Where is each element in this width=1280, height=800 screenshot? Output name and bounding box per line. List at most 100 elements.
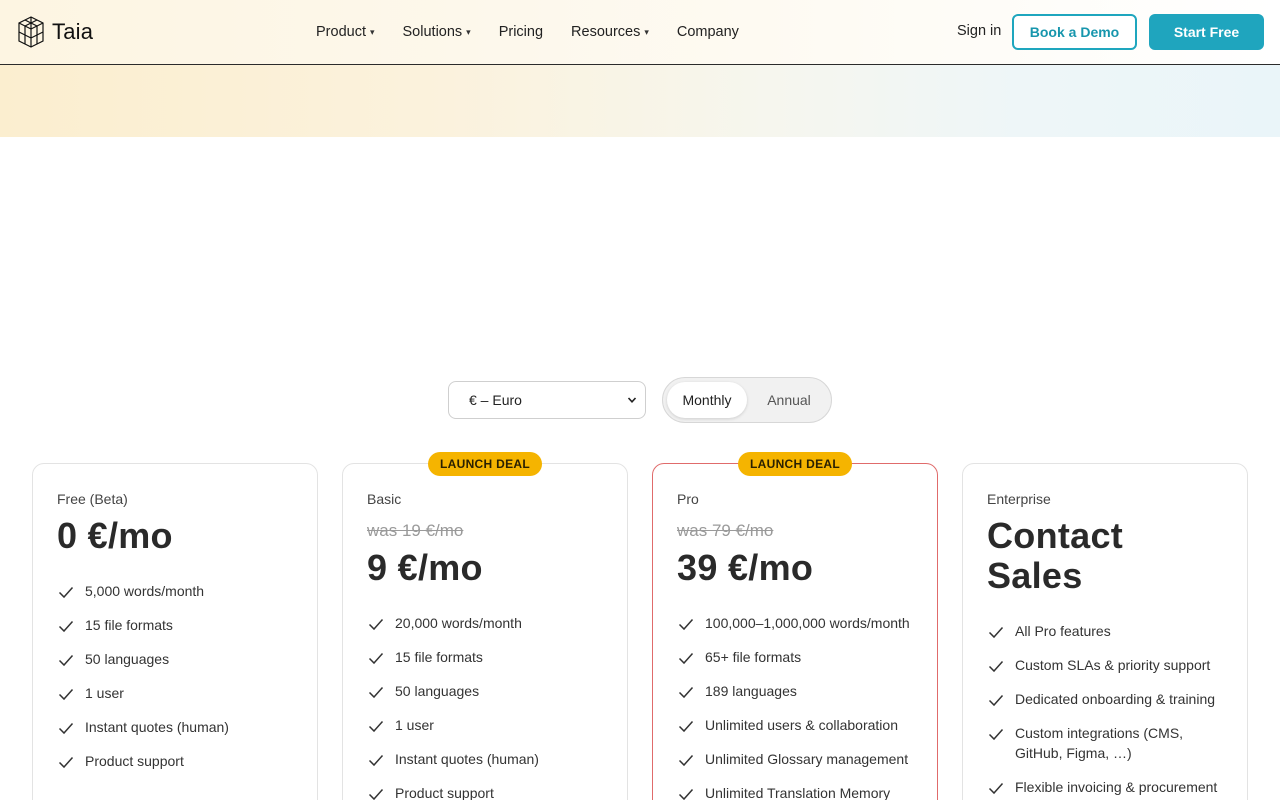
feature-text: Custom SLAs & priority support (1015, 657, 1211, 673)
feature-item: Flexible invoicing & procurement (987, 777, 1229, 797)
check-icon (58, 722, 74, 735)
nav-label: Company (676, 24, 739, 40)
feature-item: 65+ file formats (677, 647, 919, 667)
check-icon (368, 788, 384, 800)
feature-text: Product support (85, 753, 184, 769)
was-price: was 19 €/mo (367, 521, 464, 540)
feature-item: 50 languages (367, 681, 609, 701)
feature-item: Custom SLAs & priority support (987, 655, 1229, 675)
feature-list: All Pro features Custom SLAs & priority … (987, 621, 1229, 800)
feature-list: 100,000–1,000,000 words/month 65+ file f… (677, 613, 919, 800)
launch-deal-badge: LAUNCH DEAL (428, 452, 542, 476)
check-icon (58, 756, 74, 769)
book-demo-button[interactable]: Book a Demo (1012, 14, 1137, 50)
feature-text: Instant quotes (human) (85, 719, 229, 735)
feature-text: Instant quotes (human) (395, 751, 539, 767)
billing-annual-option[interactable]: Annual (749, 382, 829, 418)
plan-name: Free (Beta) (57, 491, 128, 507)
nav-item-solutions[interactable]: Solutions ▾ (389, 22, 485, 42)
nav-item-pricing[interactable]: Pricing (485, 22, 557, 42)
feature-item: 20,000 words/month (367, 613, 609, 633)
feature-text: Unlimited Glossary management (705, 751, 909, 767)
feature-text: 1 user (395, 717, 434, 733)
feature-list: 20,000 words/month 15 file formats 50 la… (367, 613, 609, 800)
feature-text: 50 languages (395, 683, 480, 699)
feature-text: 15 file formats (85, 617, 173, 633)
check-icon (368, 686, 384, 699)
check-icon (368, 754, 384, 767)
billing-toggle: Monthly Annual (662, 377, 832, 423)
plan-price-line: Contact (987, 515, 1124, 556)
plan-name: Basic (367, 491, 402, 507)
plan-price-line: Sales (987, 555, 1083, 596)
check-icon (988, 626, 1004, 639)
nav-item-product[interactable]: Product ▾ (302, 22, 389, 42)
check-icon (368, 652, 384, 665)
currency-select[interactable]: € – Euro (448, 381, 646, 419)
feature-item: 1 user (57, 683, 299, 703)
feature-item: Product support (367, 783, 609, 800)
check-icon (678, 652, 694, 665)
brand-name: Taia (52, 19, 94, 44)
check-icon (988, 694, 1004, 707)
brand-logo[interactable]: Taia (16, 15, 93, 49)
check-icon (368, 618, 384, 631)
plan-card-enterprise: Enterprise Contact Sales All Pro feature… (962, 463, 1248, 800)
feature-item: Product support (57, 751, 299, 771)
check-icon (678, 686, 694, 699)
check-icon (678, 720, 694, 733)
feature-item: 1 user (367, 715, 609, 735)
hero-background (0, 65, 1280, 137)
feature-item: Unlimited users & collaboration (677, 715, 919, 735)
feature-text: Unlimited users & collaboration (705, 717, 898, 733)
feature-item: Instant quotes (human) (57, 717, 299, 737)
feature-item: 5,000 words/month (57, 581, 299, 601)
site-header: Taia Product ▾ Solutions ▾ Pricing Resou… (0, 0, 1280, 65)
nav-item-resources[interactable]: Resources ▾ (557, 22, 663, 42)
check-icon (58, 620, 74, 633)
feature-text: Custom integrations (CMS, GitHub, Figma,… (1015, 725, 1184, 761)
feature-item: 15 file formats (367, 647, 609, 667)
feature-item: Instant quotes (human) (367, 749, 609, 769)
check-icon (58, 654, 74, 667)
sign-in-link[interactable]: Sign in (957, 23, 1001, 39)
check-icon (988, 728, 1004, 741)
check-icon (58, 586, 74, 599)
feature-text: 20,000 words/month (395, 615, 522, 631)
plan-name: Enterprise (987, 491, 1051, 507)
plan-card-basic: LAUNCH DEAL Basic was 19 €/mo 9 €/mo 20,… (342, 452, 628, 800)
main-nav: Product ▾ Solutions ▾ Pricing Resources … (302, 22, 753, 42)
check-icon (678, 618, 694, 631)
check-icon (368, 720, 384, 733)
was-price: was 79 €/mo (677, 521, 774, 540)
plan-price: 9 €/mo (367, 547, 483, 588)
feature-item: All Pro features (987, 621, 1229, 641)
plan-price: 39 €/mo (677, 547, 814, 588)
plan-name: Pro (677, 491, 699, 507)
check-icon (58, 688, 74, 701)
nav-label: Product (316, 24, 366, 40)
nav-label: Solutions (402, 24, 463, 40)
cube-logo-icon (18, 16, 44, 48)
feature-item: 15 file formats (57, 615, 299, 635)
feature-item: Custom integrations (CMS, GitHub, Figma,… (987, 723, 1229, 763)
feature-item: 189 languages (677, 681, 919, 701)
feature-item: 100,000–1,000,000 words/month (677, 613, 919, 633)
feature-list: 5,000 words/month 15 file formats 50 lan… (57, 581, 299, 785)
feature-text: 189 languages (705, 683, 797, 699)
feature-text: Product support (395, 785, 494, 800)
feature-text: All Pro features (1015, 623, 1111, 639)
feature-text: Dedicated onboarding & training (1015, 691, 1216, 707)
start-free-button[interactable]: Start Free (1149, 14, 1264, 50)
feature-text: 1 user (85, 685, 124, 701)
plan-price: 0 €/mo (57, 515, 173, 556)
feature-text: 5,000 words/month (85, 583, 205, 599)
caret-down-icon: ▾ (466, 26, 471, 37)
feature-text: 65+ file formats (705, 649, 802, 665)
nav-item-company[interactable]: Company (663, 22, 753, 42)
feature-item: Dedicated onboarding & training (987, 689, 1229, 709)
billing-monthly-option[interactable]: Monthly (667, 382, 747, 418)
feature-item: 50 languages (57, 649, 299, 669)
feature-text: Flexible invoicing & procurement (1015, 779, 1218, 795)
feature-text: 15 file formats (395, 649, 483, 665)
